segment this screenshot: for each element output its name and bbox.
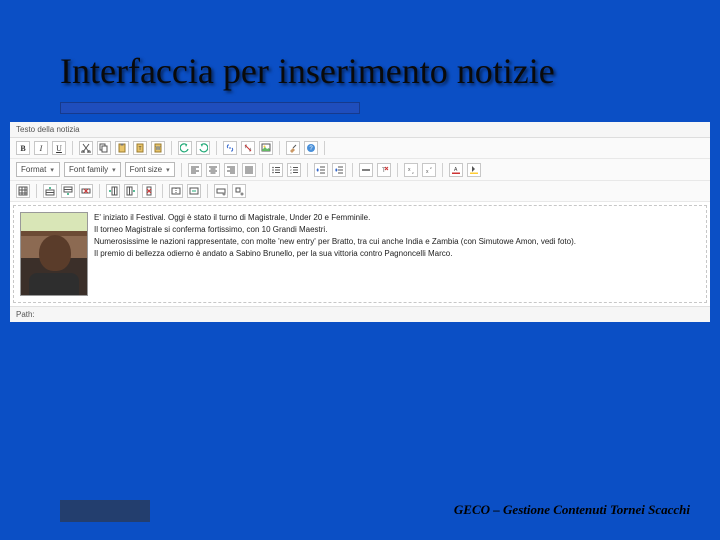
merge-cells-button[interactable] [187,184,201,198]
news-line: Il torneo Magistrale si conferma fortiss… [94,224,700,235]
slide-footer: GECO – Gestione Contenuti Tornei Scacchi [454,502,690,518]
outdent-button[interactable] [314,163,328,177]
table-button[interactable] [16,184,30,198]
cut-button[interactable] [79,141,93,155]
ol-button[interactable]: 123 [287,163,301,177]
fontsize-select[interactable]: Font size [125,162,175,177]
toolbar-row-3 [10,181,710,202]
delete-col-button[interactable] [142,184,156,198]
cell-props-button[interactable] [232,184,246,198]
page-title: Interfaccia per inserimento notizie [0,0,720,102]
svg-text:W: W [156,146,161,152]
italic-button[interactable]: I [34,141,48,155]
accent-bar [60,102,360,114]
link-button[interactable] [223,141,237,155]
align-center-button[interactable] [206,163,220,177]
format-select[interactable]: Format [16,162,60,177]
fontfamily-select[interactable]: Font family [64,162,121,177]
col-after-button[interactable] [124,184,138,198]
svg-text:T: T [138,146,141,152]
news-editor: Testo della notizia B I U T W ? Format F… [10,122,710,322]
news-text[interactable]: E' iniziato il Festival. Oggi è stato il… [94,212,700,296]
hr-button[interactable] [359,163,373,177]
backcolor-button[interactable] [467,163,481,177]
panel-label: Testo della notizia [10,122,710,138]
editor-body[interactable]: E' iniziato il Festival. Oggi è stato il… [13,205,707,303]
forecolor-button[interactable]: A [449,163,463,177]
svg-text:3: 3 [290,171,292,175]
split-cells-button[interactable] [169,184,183,198]
cleanup-button[interactable] [286,141,300,155]
sup-button[interactable]: x2 [422,163,436,177]
col-before-button[interactable] [106,184,120,198]
paste-button[interactable] [115,141,129,155]
footer-accent [60,500,150,522]
redo-button[interactable] [196,141,210,155]
svg-text:A: A [454,167,458,173]
sub-button[interactable]: x2 [404,163,418,177]
news-line: Numerosissime le nazioni rappresentate, … [94,236,700,247]
image-button[interactable] [259,141,273,155]
align-left-button[interactable] [188,163,202,177]
underline-button[interactable]: U [52,141,66,155]
svg-text:2: 2 [430,166,432,170]
removeformat-button[interactable]: T [377,163,391,177]
row-props-button[interactable] [214,184,228,198]
row-before-button[interactable] [43,184,57,198]
toolbar-row-2: Format Font family Font size 123 T x2 x2… [10,159,710,181]
paste-word-button[interactable]: W [151,141,165,155]
svg-text:x: x [426,169,429,175]
svg-text:x: x [408,167,411,173]
ul-button[interactable] [269,163,283,177]
copy-button[interactable] [97,141,111,155]
delete-row-button[interactable] [79,184,93,198]
row-after-button[interactable] [61,184,75,198]
undo-button[interactable] [178,141,192,155]
paste-text-button[interactable]: T [133,141,147,155]
unlink-button[interactable] [241,141,255,155]
help-button[interactable]: ? [304,141,318,155]
indent-button[interactable] [332,163,346,177]
news-line: Il premio di bellezza odierno è andato a… [94,248,700,259]
toolbar-row-1: B I U T W ? [10,138,710,159]
news-photo[interactable] [20,212,88,296]
svg-text:2: 2 [412,171,414,175]
align-justify-button[interactable] [242,163,256,177]
align-right-button[interactable] [224,163,238,177]
bold-button[interactable]: B [16,141,30,155]
news-line: E' iniziato il Festival. Oggi è stato il… [94,212,700,223]
status-bar: Path: [10,306,710,322]
